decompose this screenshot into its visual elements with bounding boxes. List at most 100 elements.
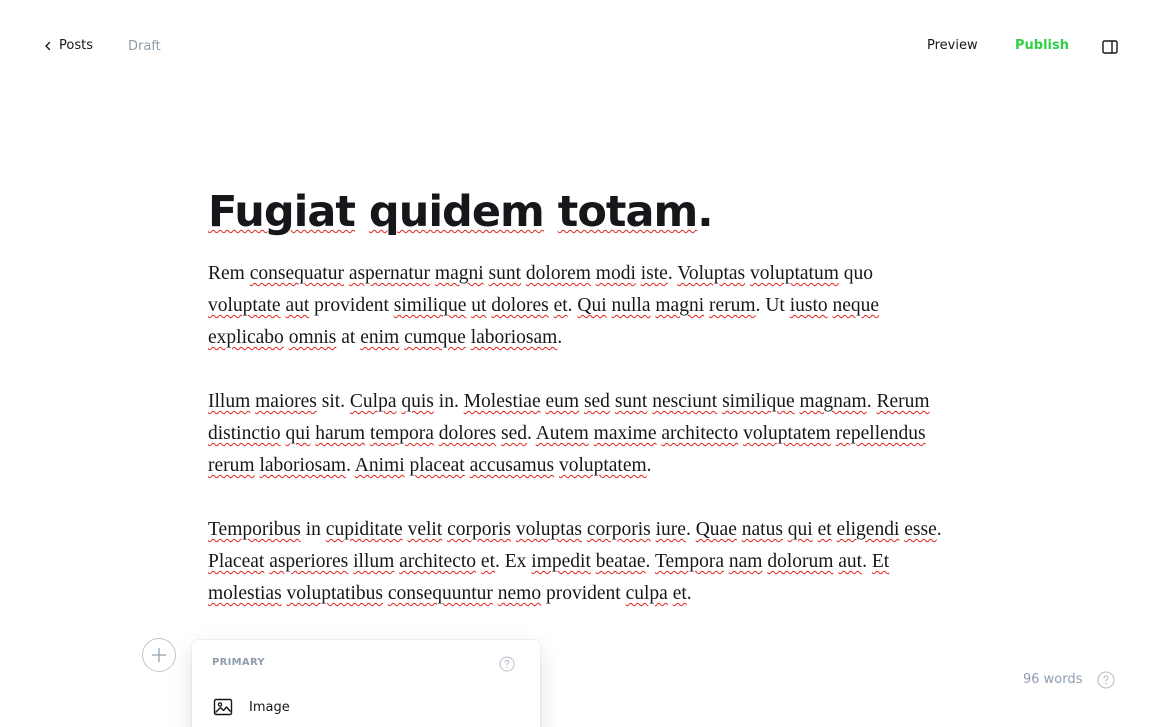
body-paragraph: Illum maiores sit. Culpa quis in. Molest…: [208, 391, 930, 476]
body-word: architecto: [661, 423, 739, 444]
body-word: nam: [728, 551, 763, 572]
body-word: laboriosam: [259, 455, 347, 476]
body-word: impedit: [531, 551, 591, 572]
preview-button[interactable]: Preview: [927, 38, 978, 53]
card-menu-section-label: PRIMARY: [212, 657, 265, 668]
body-word: Quae: [695, 519, 737, 540]
body-word: cumque: [404, 327, 466, 348]
title-word: quidem: [368, 187, 545, 237]
body-word: rerum: [709, 295, 756, 316]
body-word: explicabo: [208, 327, 284, 348]
body-word: eligendi: [836, 519, 900, 540]
body-word: velit: [407, 519, 443, 540]
body-word: placeat: [409, 455, 465, 476]
body-word: modi: [595, 263, 636, 284]
body-word: provident: [545, 583, 621, 604]
post-title[interactable]: Fugiat quidem totam.: [208, 180, 948, 244]
body-word: consequuntur: [387, 583, 493, 604]
body-word: et: [480, 551, 495, 572]
body-word: eum: [545, 391, 580, 412]
body-word: sunt: [614, 391, 648, 412]
body-word: dolores: [491, 295, 549, 316]
body-word: similique: [722, 391, 795, 412]
body-word: Autem: [535, 423, 589, 444]
body-word: Ex: [504, 551, 527, 572]
body-word: esse: [904, 519, 937, 540]
body-word: neque: [832, 295, 880, 316]
plus-icon: [152, 648, 166, 662]
card-menu: PRIMARY Image: [192, 640, 540, 727]
body-word: quo: [843, 263, 873, 284]
body-word: magni: [434, 263, 484, 284]
body-word: repellendus: [835, 423, 926, 444]
body-word: in.: [438, 391, 459, 412]
body-word: quis: [401, 391, 434, 412]
body-word: corporis: [586, 519, 651, 540]
body-word: laboriosam: [470, 327, 558, 348]
body-word: sed: [501, 423, 528, 444]
body-word: in: [305, 519, 321, 540]
card-menu-item-image[interactable]: Image: [204, 692, 528, 722]
body-word: culpa: [625, 583, 668, 604]
body-word: Rem: [208, 263, 245, 284]
add-card-button[interactable]: [142, 638, 176, 672]
body-word: voluptate: [208, 295, 281, 316]
chevron-left-icon: [45, 41, 51, 50]
body-word: enim: [360, 327, 400, 348]
body-word: maxime: [593, 423, 657, 444]
publish-button[interactable]: Publish: [1015, 38, 1069, 53]
card-menu-item-label: Image: [249, 699, 290, 715]
body-word: corporis: [447, 519, 512, 540]
post-editor[interactable]: Fugiat quidem totam. Rem consequatur asp…: [208, 180, 948, 642]
body-word: Qui: [577, 295, 607, 316]
body-word: distinctio: [208, 423, 281, 444]
body-word: at: [341, 327, 356, 348]
word-count: 96 words: [1023, 672, 1083, 687]
body-word: aut: [838, 551, 863, 572]
title-word: Fugiat: [208, 187, 356, 237]
body-word: molestias: [208, 583, 282, 604]
body-word: ut: [471, 295, 487, 316]
body-word: illum: [353, 551, 395, 572]
body-word: aut: [285, 295, 310, 316]
body-word: provident: [314, 295, 389, 316]
body-word: voluptas: [515, 519, 582, 540]
sidebar-toggle-icon[interactable]: [1100, 37, 1120, 57]
body-word: iure: [655, 519, 686, 540]
body-word: et: [817, 519, 832, 540]
body-word: Molestiae: [463, 391, 541, 412]
body-word: sed: [583, 391, 610, 412]
body-word: Placeat: [208, 551, 265, 572]
title-word: totam: [557, 187, 698, 237]
body-word: et: [672, 583, 687, 604]
body-word: cupiditate: [325, 519, 403, 540]
image-icon: [213, 698, 233, 716]
body-word: Culpa: [349, 391, 397, 412]
body-paragraph: Temporibus in cupiditate velit corporis …: [208, 519, 942, 604]
post-body[interactable]: Rem consequatur aspernatur magni sunt do…: [208, 258, 948, 610]
post-status: Draft: [128, 39, 161, 54]
body-word: dolores: [438, 423, 497, 444]
back-to-posts-link[interactable]: Posts: [42, 38, 93, 53]
back-link-label: Posts: [59, 38, 93, 53]
body-word: rerum: [208, 455, 255, 476]
question-circle-icon[interactable]: [499, 656, 515, 672]
body-word: beatae: [595, 551, 646, 572]
body-word: nesciunt: [652, 391, 718, 412]
body-word: natus: [741, 519, 783, 540]
editor-header: Posts Draft Preview Publish: [0, 0, 1156, 95]
body-word: Illum: [208, 391, 251, 412]
body-word: voluptatum: [750, 263, 839, 284]
body-word: dolorum: [767, 551, 834, 572]
body-word: iste: [640, 263, 668, 284]
body-word: iusto: [789, 295, 828, 316]
body-word: maiores: [255, 391, 317, 412]
body-word: Et: [871, 551, 890, 572]
body-word: magnam: [799, 391, 867, 412]
body-word: omnis: [288, 327, 337, 348]
body-word: Rerum: [876, 391, 930, 412]
body-word: sit.: [321, 391, 346, 412]
body-word: qui: [787, 519, 813, 540]
help-icon[interactable]: [1097, 671, 1115, 689]
body-word: dolorem: [525, 263, 591, 284]
